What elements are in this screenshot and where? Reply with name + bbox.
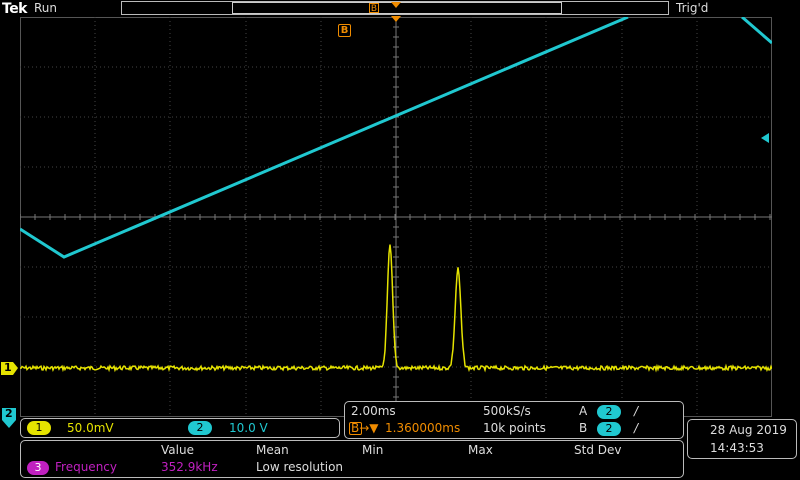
trigger-status: Trig'd — [676, 1, 709, 15]
record-length[interactable]: 10k points — [483, 421, 546, 435]
header-value: Value — [161, 443, 194, 457]
ch2-scale[interactable]: 10.0 V — [229, 421, 268, 435]
timebase[interactable]: 2.00ms — [351, 404, 396, 418]
ch2-ground-marker[interactable]: 2 — [1, 407, 17, 429]
waveform-display[interactable] — [20, 17, 772, 417]
header-min: Min — [362, 443, 384, 457]
trigger-a-source[interactable]: 2 — [597, 405, 621, 419]
record-b-marker: B — [369, 3, 379, 14]
sample-rate: 500kS/s — [483, 404, 531, 418]
ch1-ground-marker[interactable]: 1 — [0, 361, 19, 376]
delay-b-marker: B — [338, 24, 351, 37]
ch2-badge[interactable]: 2 — [188, 421, 212, 435]
run-status: Run — [34, 1, 58, 15]
ch2-ramp-waveform-tail — [741, 17, 772, 45]
measurement-panel[interactable]: Value Mean Min Max Std Dev 3 Frequency 3… — [20, 440, 684, 478]
ch1-badge[interactable]: 1 — [27, 421, 51, 435]
trigger-a-slope-icon: / — [634, 404, 639, 418]
trigger-b-source[interactable]: 2 — [597, 422, 621, 436]
math-source-badge[interactable]: 3 — [27, 461, 49, 475]
record-trigger-position-icon — [391, 2, 401, 8]
date: 28 Aug 2019 — [710, 423, 787, 437]
header-mean: Mean — [256, 443, 289, 457]
ch2-marker-label: 2 — [5, 407, 13, 420]
measurement-value: 352.9kHz — [161, 460, 218, 474]
delay-value[interactable]: 1.360000ms — [385, 421, 460, 435]
measurement-mean: Low resolution — [256, 460, 344, 474]
brand-logo: Tek — [2, 1, 28, 17]
header-max: Max — [468, 443, 493, 457]
ch1-scale[interactable]: 50.0mV — [67, 421, 114, 435]
horizontal-trigger-panel[interactable]: 2.00ms 500kS/s A 2 / B→▼ 1.360000ms 10k … — [344, 401, 684, 439]
ch1-marker-label: 1 — [4, 361, 12, 374]
ch2-ramp-waveform — [20, 17, 629, 259]
measurement-name[interactable]: Frequency — [55, 460, 117, 474]
channel-settings-panel[interactable]: 1 50.0mV 2 10.0 V — [20, 418, 340, 438]
datetime-panel: 28 Aug 2019 14:43:53 — [687, 419, 797, 459]
delay-icon: B→▼ — [351, 421, 379, 435]
trigger-level-icon[interactable] — [761, 132, 771, 144]
trigger-b-slope-icon: / — [634, 421, 639, 435]
header-std-dev: Std Dev — [574, 443, 622, 457]
trigger-a-label: A — [579, 404, 588, 418]
trigger-b-label: B — [579, 421, 588, 435]
time: 14:43:53 — [710, 441, 764, 455]
trigger-position-icon — [391, 16, 401, 22]
